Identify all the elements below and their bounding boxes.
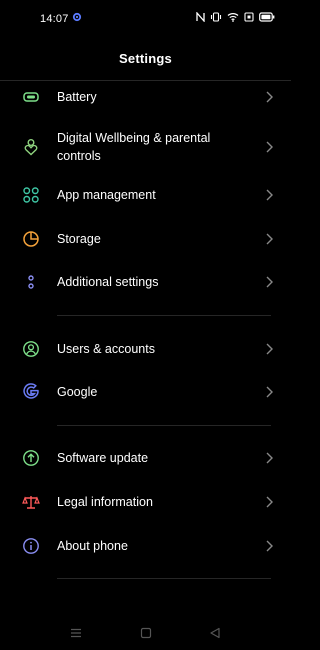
info-icon	[22, 537, 40, 555]
settings-item-label: Google	[57, 385, 98, 399]
settings-item-label: Battery	[57, 90, 97, 104]
status-time: 14:07	[40, 13, 69, 25]
back-icon[interactable]	[208, 626, 222, 640]
chevron-right-icon	[266, 233, 273, 245]
section-divider	[57, 315, 271, 316]
sim-icon	[244, 12, 254, 22]
settings-item-battery[interactable]: Battery	[0, 77, 291, 117]
settings-item-users-accounts[interactable]: Users & accounts	[0, 329, 291, 369]
settings-item-app-management[interactable]: App management	[0, 175, 291, 215]
settings-item-additional-settings[interactable]: Additional settings	[0, 262, 291, 302]
settings-item-legal-information[interactable]: Legal information	[0, 482, 291, 522]
update-icon	[22, 449, 40, 467]
navigation-bar	[0, 616, 291, 650]
section-divider	[57, 425, 271, 426]
menu-icon[interactable]	[69, 626, 83, 640]
chevron-right-icon	[266, 141, 273, 153]
status-icons	[196, 12, 275, 22]
storage-icon	[22, 230, 40, 248]
settings-item-label: App management	[57, 188, 156, 202]
settings-item-label: Software update	[57, 451, 149, 465]
chevron-right-icon	[266, 540, 273, 552]
settings-item-label: About phone	[57, 539, 128, 553]
chevron-right-icon	[266, 91, 273, 103]
chevron-right-icon	[266, 343, 273, 355]
wifi-icon	[227, 12, 239, 22]
page-title: Settings	[119, 51, 172, 66]
google-icon	[22, 383, 40, 401]
chevron-right-icon	[266, 386, 273, 398]
settings-item-label: Digital Wellbeing & parental controls	[57, 131, 211, 163]
chevron-right-icon	[266, 452, 273, 464]
wellbeing-icon	[22, 138, 40, 156]
additional-icon	[22, 273, 40, 291]
nfc-icon	[196, 12, 205, 22]
legal-icon	[22, 493, 40, 511]
status-bar: 14:07	[0, 0, 291, 38]
settings-item-google[interactable]: Google	[0, 372, 291, 412]
chevron-right-icon	[266, 496, 273, 508]
chevron-right-icon	[266, 276, 273, 288]
home-icon[interactable]	[139, 626, 153, 640]
section-divider	[57, 578, 271, 579]
settings-item-about-phone[interactable]: About phone	[0, 526, 291, 566]
gear-icon	[72, 12, 82, 25]
settings-item-label: Storage	[57, 232, 101, 246]
settings-item-storage[interactable]: Storage	[0, 219, 291, 259]
chevron-right-icon	[266, 189, 273, 201]
settings-item-software-update[interactable]: Software update	[0, 438, 291, 478]
vibrate-icon	[210, 12, 222, 22]
settings-item-label: Users & accounts	[57, 342, 155, 356]
settings-item-label: Legal information	[57, 495, 153, 509]
apps-icon	[22, 186, 40, 204]
user-icon	[22, 340, 40, 358]
battery-icon	[259, 12, 275, 22]
settings-item-digital-wellbeing[interactable]: Digital Wellbeing & parental controls	[0, 123, 291, 171]
battery-icon	[22, 88, 40, 106]
settings-item-label: Additional settings	[57, 275, 159, 289]
